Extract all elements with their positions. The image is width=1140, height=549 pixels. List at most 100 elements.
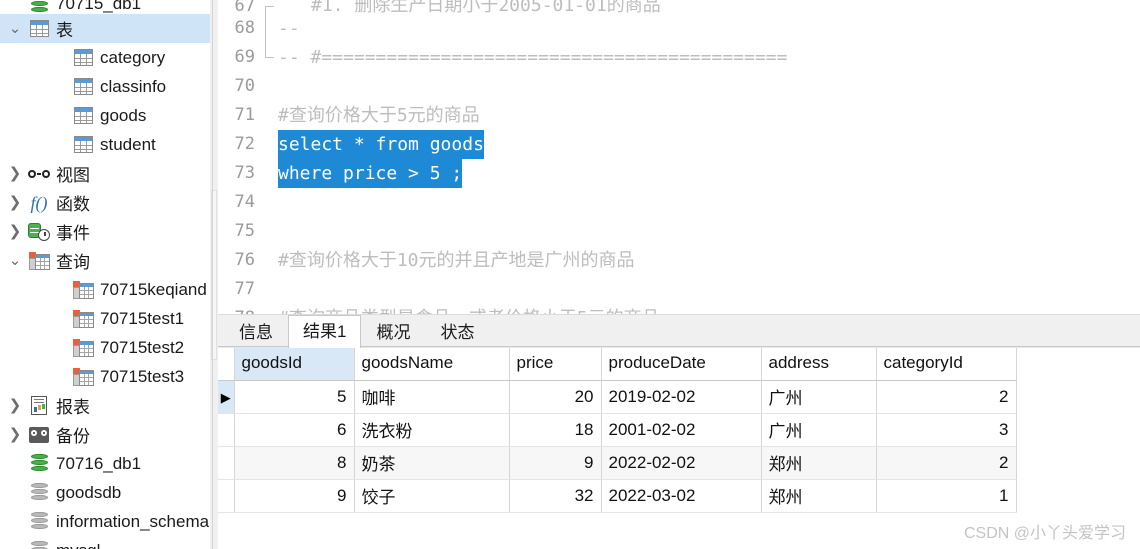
result-grid[interactable]: goodsId goodsName price produceDate address c… (218, 347, 1017, 513)
grid-cell-produceDate[interactable]: 2019-02-02 (601, 380, 762, 414)
code-line[interactable]: -- (278, 14, 1140, 43)
chevron-right-icon[interactable]: ❯ (4, 166, 26, 181)
chevron-right-icon[interactable]: ❯ (4, 195, 26, 210)
table-row[interactable]: 9 饺子 32 2022-03-02 郑州 1 (218, 479, 1017, 513)
grid-column-header-categoryId[interactable]: categoryId (876, 347, 1017, 381)
grid-cell-goodsId[interactable]: 5 (234, 380, 355, 414)
code-line[interactable] (278, 275, 1140, 304)
grid-cell-price[interactable]: 18 (509, 413, 602, 447)
code-line[interactable]: where price > 5 ; (278, 159, 1140, 188)
table-row[interactable]: ▶ 5 咖啡 20 2019-02-02 广州 2 (218, 380, 1017, 414)
grid-cell-categoryId[interactable]: 2 (876, 446, 1017, 480)
tree-item-mysql[interactable]: · mysql (0, 536, 210, 549)
object-tree-sidebar[interactable]: ·70715_db1⌄表·category·classinfo·goods·st… (0, 0, 210, 549)
tree-item-70716_db1[interactable]: · 70716_db1 (0, 449, 210, 478)
code-fold-bracket[interactable] (265, 6, 274, 58)
grid-cell-goodsId[interactable]: 6 (234, 413, 355, 447)
grid-cell-categoryId[interactable]: 1 (876, 479, 1017, 513)
tree-item-student[interactable]: · student (0, 130, 210, 159)
tree-item-70715keqiand[interactable]: · 70715keqiand (0, 275, 210, 304)
code-line[interactable]: #查询价格大于5元的商品 (278, 101, 1140, 130)
grid-column-header-produceDate[interactable]: produceDate (601, 347, 762, 381)
grid-cell-produceDate[interactable]: 2001-02-02 (601, 413, 762, 447)
grid-cell-categoryId[interactable]: 2 (876, 380, 1017, 414)
tree-item-查询[interactable]: ⌄ 查询 (0, 246, 210, 275)
twisty-spacer: · (48, 340, 70, 355)
grid-cell-address[interactable]: 郑州 (761, 446, 877, 480)
row-marker-cell[interactable] (218, 413, 235, 447)
result-tab-状态[interactable]: 状态 (425, 316, 489, 347)
query-file-icon (70, 338, 96, 357)
grid-cell-produceDate[interactable]: 2022-02-02 (601, 446, 762, 480)
grid-cell-goodsName[interactable]: 饺子 (354, 479, 510, 513)
row-marker-cell[interactable]: ▶ (218, 380, 235, 414)
result-tab-结果1[interactable]: 结果1 (288, 315, 362, 348)
grid-cell-goodsId[interactable]: 8 (234, 446, 355, 480)
grid-column-header-goodsName[interactable]: goodsName (354, 347, 510, 381)
grid-cell-address[interactable]: 广州 (761, 380, 877, 414)
code-line[interactable]: -- #====================================… (278, 43, 1140, 72)
grid-cell-goodsId[interactable]: 9 (234, 479, 355, 513)
grid-cell-price[interactable]: 20 (509, 380, 602, 414)
grid-cell-price[interactable]: 9 (509, 446, 602, 480)
code-fold-column[interactable] (262, 0, 278, 314)
grid-body[interactable]: ▶ 5 咖啡 20 2019-02-02 广州 2 6 洗衣粉 18 2001-02-02 广州 3 8 奶… (218, 380, 1017, 513)
code-line[interactable] (278, 72, 1140, 101)
grid-cell-address[interactable]: 郑州 (761, 479, 877, 513)
grid-cell-produceDate[interactable]: 2022-03-02 (601, 479, 762, 513)
row-marker-cell[interactable] (218, 479, 235, 513)
tree-item-表[interactable]: ⌄ 表 (0, 14, 210, 43)
tree-item-classinfo[interactable]: · classinfo (0, 72, 210, 101)
tree-item-备份[interactable]: ❯ 备份 (0, 420, 210, 449)
tree-item-70715test2[interactable]: · 70715test2 (0, 333, 210, 362)
grid-cell-price[interactable]: 32 (509, 479, 602, 513)
tree-item-报表[interactable]: ❯ 报表 (0, 391, 210, 420)
tree-item-函数[interactable]: ❯ f() 函数 (0, 188, 210, 217)
tree-item-information_schema[interactable]: · information_schema (0, 507, 210, 536)
chevron-down-icon[interactable]: ⌄ (4, 253, 26, 268)
tree-item-事件[interactable]: ❯ 事件 (0, 217, 210, 246)
chevron-right-icon[interactable]: ❯ (4, 427, 26, 442)
grid-cell-goodsName[interactable]: 奶茶 (354, 446, 510, 480)
grid-header-row[interactable]: goodsId goodsName price produceDate address c… (218, 347, 1017, 381)
result-tab-bar[interactable]: 信息 结果1 概况 状态 (218, 314, 1140, 348)
table-row[interactable]: 8 奶茶 9 2022-02-02 郑州 2 (218, 446, 1017, 480)
chevron-right-icon[interactable]: ❯ (4, 224, 26, 239)
tree-item-70715test3[interactable]: · 70715test3 (0, 362, 210, 391)
grid-cell-address[interactable]: 广州 (761, 413, 877, 447)
code-line[interactable]: #查询商品类型是食品，或者价格小于5元的商品 (278, 304, 1140, 314)
result-tab-概况[interactable]: 概况 (361, 316, 425, 347)
selected-sql-text[interactable]: select * from goods (278, 130, 484, 159)
row-marker-cell[interactable] (218, 446, 235, 480)
result-tab-信息[interactable]: 信息 (224, 316, 288, 347)
twisty-spacer: · (48, 311, 70, 326)
code-text-area[interactable]: #1. 删除生产日期小于2005-01-01的商品 -- -- #=========… (278, 0, 1140, 314)
table-row[interactable]: 6 洗衣粉 18 2001-02-02 广州 3 (218, 413, 1017, 447)
sidebar-scrollbar-thumb[interactable] (211, 190, 217, 360)
tree-item-label: 查询 (56, 253, 90, 272)
grid-cell-goodsName[interactable]: 洗衣粉 (354, 413, 510, 447)
code-line[interactable] (278, 188, 1140, 217)
tree-item-70715test1[interactable]: · 70715test1 (0, 304, 210, 333)
tree-item-category[interactable]: · category (0, 43, 210, 72)
grid-column-header-goodsId[interactable]: goodsId (234, 347, 355, 381)
grid-column-header-address[interactable]: address (761, 347, 877, 381)
code-line[interactable]: #1. 删除生产日期小于2005-01-01的商品 (278, 0, 1140, 14)
chevron-down-icon[interactable]: ⌄ (4, 21, 26, 36)
chevron-right-icon[interactable]: ❯ (4, 398, 26, 413)
line-number: 72 (234, 134, 255, 154)
tree-item-70715_db1[interactable]: · 70715_db1 (0, 0, 210, 14)
tree-item-goods[interactable]: · goods (0, 101, 210, 130)
grid-cell-goodsName[interactable]: 咖啡 (354, 380, 510, 414)
result-grid-container[interactable]: goodsId goodsName price produceDate address c… (218, 347, 1140, 549)
tree-item-goodsdb[interactable]: · goodsdb (0, 478, 210, 507)
code-line[interactable] (278, 217, 1140, 246)
sql-editor[interactable]: 67 68 69 70 71 72 73 74 75 76 77 78 #1. 删除生产日期小于200… (218, 0, 1140, 314)
sidebar-editor-splitter[interactable] (210, 0, 218, 549)
grid-column-header-price[interactable]: price (509, 347, 602, 381)
selected-sql-text[interactable]: where price > 5 ; (278, 159, 463, 188)
grid-cell-categoryId[interactable]: 3 (876, 413, 1017, 447)
code-line[interactable]: select * from goods (278, 130, 1140, 159)
code-line[interactable]: #查询价格大于10元的并且产地是广州的商品 (278, 246, 1140, 275)
tree-item-视图[interactable]: ❯ 视图 (0, 159, 210, 188)
